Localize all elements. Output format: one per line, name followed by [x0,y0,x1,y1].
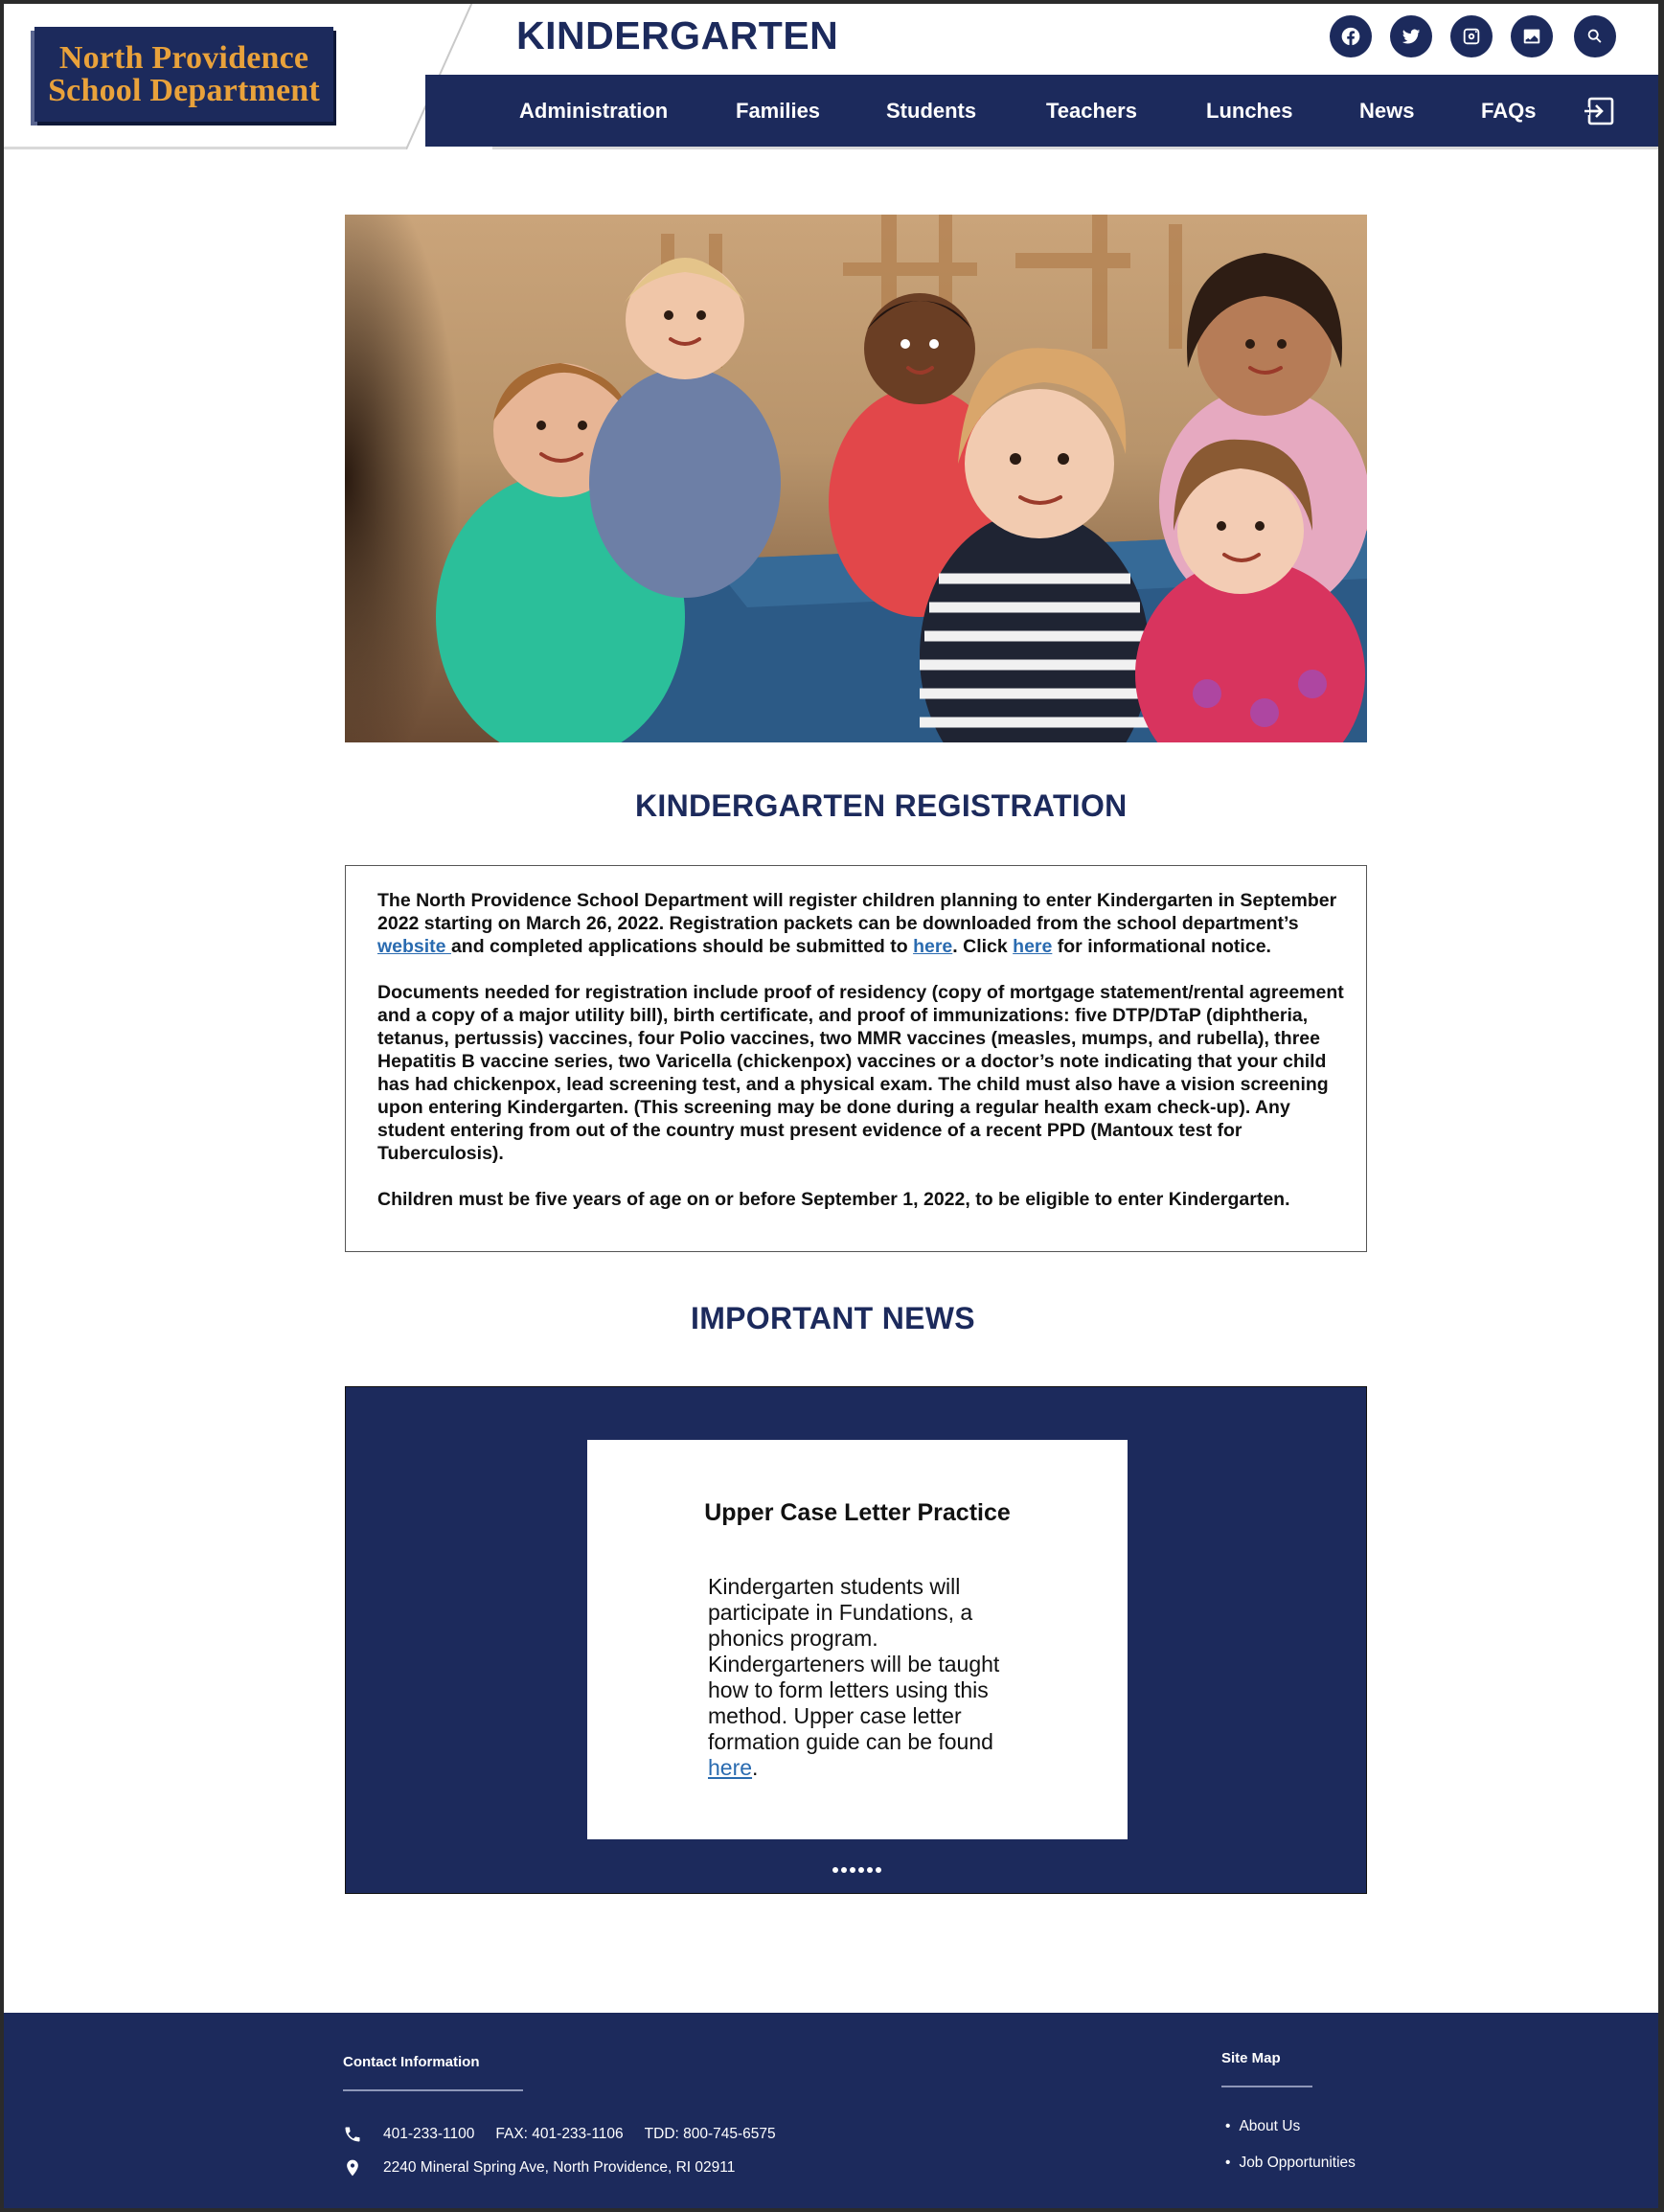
registration-title: KINDERGARTEN REGISTRATION [635,788,1128,823]
nav-news[interactable]: News [1359,75,1414,147]
registration-info-box: The North Providence School Department w… [345,865,1367,1252]
contact-address-row: 2240 Mineral Spring Ave, North Providenc… [343,2158,756,2178]
letter-guide-here-link[interactable]: here [708,1755,752,1780]
location-pin-icon [347,2159,358,2177]
nav-teachers[interactable]: Teachers [1046,75,1137,147]
nav-lunches[interactable]: Lunches [1206,75,1292,147]
logo-line-2: School Department [48,72,320,108]
submit-here-link[interactable]: here [913,936,952,957]
website-link[interactable]: website [377,936,451,957]
sign-in-icon[interactable] [1584,96,1615,126]
phone-number[interactable]: 401-233-1100 [383,2126,474,2143]
contact-heading: Contact Information [343,2054,480,2070]
instagram-icon[interactable] [1450,15,1493,57]
nav-administration[interactable]: Administration [519,75,668,147]
site-header: North Providence School Department KINDE… [4,0,1658,149]
nav-families[interactable]: Families [736,75,820,147]
sitemap-heading: Site Map [1221,2050,1281,2066]
registration-paragraph-2: Documents needed for registration includ… [377,982,1344,1164]
twitter-icon[interactable] [1390,15,1432,57]
sitemap-list: About Us Job Opportunities [1225,2118,1356,2191]
site-logo[interactable]: North Providence School Department [34,27,333,122]
site-footer: Contact Information 401-233-1100 FAX: 40… [4,2013,1658,2212]
age-eligibility-note: Children must be five years of age on or… [377,1189,1290,1210]
registration-text: for informational notice. [1052,936,1271,957]
contact-divider [343,2089,523,2091]
facebook-icon[interactable] [1330,15,1372,57]
registration-text: and completed applications should be sub… [450,936,914,957]
nav-faqs[interactable]: FAQs [1481,75,1536,147]
registration-paragraph-1: The North Providence School Department w… [377,889,1356,958]
carousel-dot[interactable] [832,1867,838,1873]
tdd-number[interactable]: TDD: 800-745-6575 [645,2126,776,2143]
hero-image-children [345,215,1367,742]
registration-text: The North Providence School Department w… [377,890,1337,934]
news-card: Upper Case Letter Practice Kindergarten … [587,1440,1128,1839]
news-carousel: Upper Case Letter Practice Kindergarten … [345,1386,1367,1894]
sitemap-link-about-us[interactable]: About Us [1225,2118,1356,2155]
news-card-body: Kindergarten students will participate i… [708,1574,1024,1781]
fax-number: FAX: 401-233-1106 [495,2126,624,2142]
main-navigation: Administration Families Students Teacher… [425,75,1658,147]
gallery-icon[interactable] [1511,15,1553,57]
page-title: KINDERGARTEN [516,13,839,57]
sitemap-link-job-opportunities[interactable]: Job Opportunities [1225,2155,1356,2191]
carousel-dot[interactable] [867,1867,873,1873]
carousel-dot[interactable] [841,1867,847,1873]
news-card-end: . [752,1755,759,1780]
logo-line-1: North Providence [58,39,309,76]
news-card-title: Upper Case Letter Practice [704,1499,1011,1526]
carousel-dot[interactable] [876,1867,881,1873]
carousel-dot[interactable] [850,1867,855,1873]
address[interactable]: 2240 Mineral Spring Ave, North Providenc… [383,2159,735,2177]
phone-icon [345,2127,360,2142]
sitemap-divider [1221,2086,1312,2087]
search-icon[interactable] [1574,15,1616,57]
notice-here-link[interactable]: here [1013,936,1052,957]
news-title: IMPORTANT NEWS [691,1301,975,1335]
nav-students[interactable]: Students [886,75,976,147]
news-card-text: Kindergarten students will participate i… [708,1574,1000,1754]
registration-text: . Click [952,936,1014,957]
contact-phone-row: 401-233-1100 FAX: 401-233-1106 TDD: 800-… [343,2125,797,2144]
carousel-dot[interactable] [858,1867,864,1873]
carousel-pagination [346,1860,1368,1878]
